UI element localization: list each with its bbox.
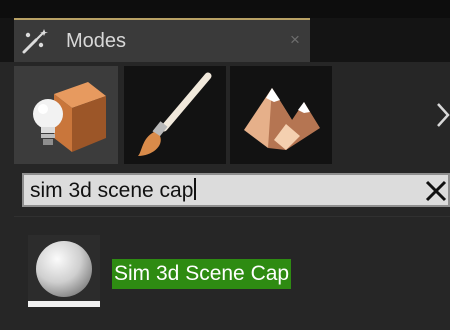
- close-icon[interactable]: ×: [290, 30, 300, 50]
- window-top-strip: [0, 0, 450, 18]
- divider: [14, 216, 450, 217]
- chevron-right-icon[interactable]: [436, 100, 450, 130]
- sphere-icon: [36, 241, 92, 297]
- modes-tab-title: Modes: [66, 30, 127, 52]
- search-input-value: sim 3d scene cap: [30, 178, 197, 204]
- landscape-mode-button[interactable]: [230, 66, 332, 164]
- result-label: Sim 3d Scene Cap: [112, 259, 292, 289]
- paint-mode-button[interactable]: [124, 66, 226, 164]
- list-item[interactable]: Sim 3d Scene Cap: [14, 228, 450, 312]
- result-thumbnail: [28, 235, 100, 307]
- thumbnail-underline: [28, 301, 100, 307]
- modes-wand-icon: [22, 28, 50, 54]
- clear-search-icon[interactable]: [424, 179, 448, 203]
- search-input[interactable]: sim 3d scene cap: [22, 173, 450, 207]
- modes-tab[interactable]: Modes ×: [14, 20, 310, 62]
- mountains-icon: [244, 88, 320, 150]
- place-mode-button[interactable]: [14, 66, 118, 164]
- cube-lightbulb-icon: [33, 82, 106, 152]
- paintbrush-icon: [138, 72, 212, 156]
